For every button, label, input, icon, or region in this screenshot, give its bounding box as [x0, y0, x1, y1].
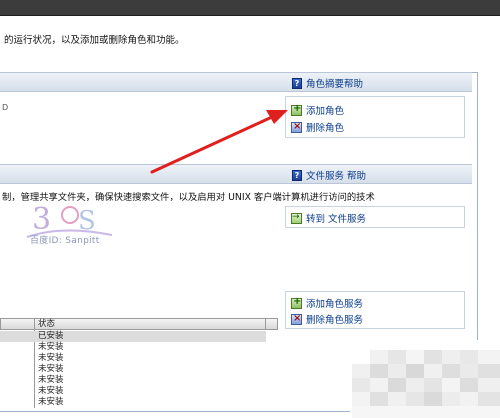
- help-book-icon: ?: [292, 169, 302, 181]
- file-services-help-link[interactable]: ? 文件服务 帮助: [292, 168, 366, 182]
- table-row[interactable]: 未安装: [0, 364, 266, 375]
- remove-role-service-link[interactable]: 删除角色服务: [291, 312, 363, 326]
- file-services-header: [0, 164, 472, 184]
- table-row[interactable]: 未安装: [0, 342, 266, 353]
- file-services-help-label: 文件服务 帮助: [306, 171, 367, 182]
- help-book-icon: ?: [292, 77, 302, 89]
- status-cell: 未安装: [38, 364, 64, 374]
- pixelated-corner-overlay: [350, 340, 500, 418]
- roles-summary-help-link[interactable]: ? 角色摘要帮助: [292, 76, 363, 90]
- add-role-label: 添加角色: [306, 106, 345, 117]
- remove-role-link[interactable]: 删除角色: [291, 120, 344, 134]
- page-description: 的运行状况，以及添加或删除角色和功能。: [4, 35, 185, 46]
- add-role-link[interactable]: 添加角色: [291, 103, 344, 117]
- roles-summary-help-label: 角色摘要帮助: [306, 79, 364, 90]
- status-column-header[interactable]: 状态: [38, 318, 55, 330]
- table-row[interactable]: 未安装: [0, 386, 266, 397]
- status-cell: 未安装: [38, 397, 64, 407]
- watermark-text: 百度ID: Sanpitt: [30, 236, 100, 246]
- goto-file-services-link[interactable]: 转到 文件服务: [291, 211, 366, 225]
- add-role-icon: [291, 103, 302, 116]
- status-cell: 已安装: [38, 331, 64, 341]
- status-cell: 未安装: [38, 342, 64, 352]
- window-titlebar: [0, 0, 500, 16]
- goto-arrow-icon: [291, 212, 302, 224]
- remove-role-label: 删除角色: [306, 123, 345, 134]
- table-row[interactable]: 未安装: [0, 353, 266, 364]
- roles-summary-header: [0, 72, 472, 92]
- status-cell: 未安装: [38, 375, 64, 385]
- remove-role-service-label: 删除角色服务: [306, 315, 364, 326]
- roles-stub-text: D: [2, 103, 9, 112]
- table-row[interactable]: 已安装: [0, 331, 266, 342]
- table-row[interactable]: 未安装: [0, 375, 266, 386]
- remove-role-service-icon: [291, 313, 302, 325]
- add-role-service-label: 添加角色服务: [306, 299, 364, 310]
- goto-file-services-label: 转到 文件服务: [306, 214, 367, 225]
- status-cell: 未安装: [38, 386, 64, 396]
- table-row[interactable]: 未安装: [0, 397, 266, 408]
- add-role-service-link[interactable]: 添加角色服务: [291, 296, 363, 310]
- add-role-service-icon: [291, 296, 302, 309]
- remove-role-icon: [291, 121, 302, 133]
- table-column-end-divider[interactable]: [265, 318, 266, 330]
- status-cell: 未安装: [38, 353, 64, 363]
